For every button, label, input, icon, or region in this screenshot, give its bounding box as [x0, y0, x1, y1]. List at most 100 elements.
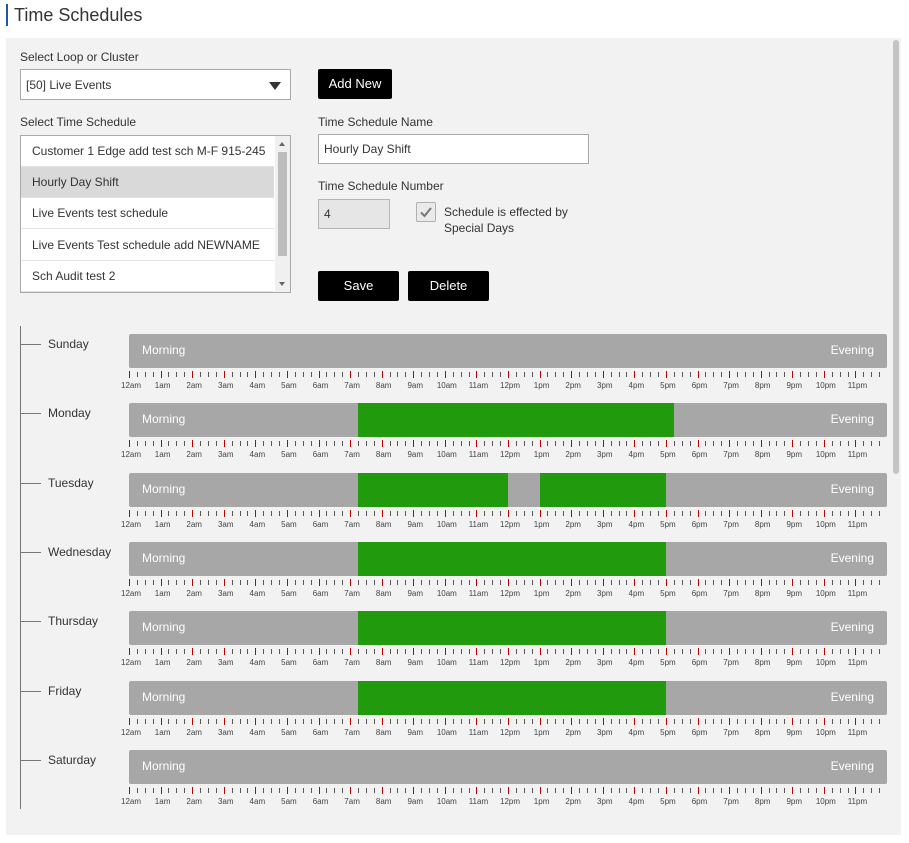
hour-label: 4am — [249, 727, 266, 737]
hour-label: 2pm — [565, 727, 581, 737]
quarter-tick — [144, 579, 146, 585]
schedule-listbox[interactable]: Customer 1 Edge add test sch M-F 915-245… — [20, 135, 291, 293]
quarter-tick — [373, 787, 375, 793]
quarter-tick — [231, 441, 233, 447]
day-schedule-bar[interactable]: Morning Evening — [129, 403, 887, 438]
day-schedule-bar[interactable]: Morning Evening — [129, 472, 887, 507]
quarter-tick — [736, 510, 738, 516]
hour-tick — [792, 717, 794, 725]
hour-label: 7am — [344, 727, 360, 737]
quarter-tick — [744, 579, 746, 585]
hour-tick — [823, 648, 825, 656]
schedule-name-label: Time Schedule Name — [318, 115, 433, 129]
quarter-tick — [310, 510, 312, 516]
hour-ticks — [129, 578, 889, 587]
quarter-tick — [484, 441, 486, 447]
hour-label: 4am — [249, 519, 266, 529]
scroll-down-icon[interactable] — [279, 282, 285, 286]
hour-tick — [729, 440, 731, 448]
morning-label: Morning — [142, 550, 186, 565]
schedule-list-item[interactable]: Sch Audit test 2 — [21, 261, 274, 292]
quarter-tick — [736, 787, 738, 793]
active-time-block[interactable] — [357, 541, 666, 576]
active-time-block[interactable] — [357, 680, 666, 715]
quarter-tick — [460, 579, 462, 585]
active-time-block[interactable] — [357, 611, 666, 646]
day-schedule-bar[interactable]: Morning Evening — [129, 680, 887, 715]
day-name: Friday — [48, 683, 82, 698]
hour-label: 8am — [375, 658, 392, 668]
quarter-tick — [342, 718, 344, 724]
quarter-tick — [594, 718, 596, 724]
quarter-tick — [515, 579, 517, 585]
quarter-tick — [436, 441, 438, 447]
day-schedule-bar[interactable]: Morning Evening — [129, 541, 887, 576]
quarter-tick — [871, 372, 873, 377]
active-time-block[interactable] — [357, 403, 674, 438]
quarter-tick — [618, 510, 620, 516]
quarter-tick — [768, 510, 770, 516]
day-schedule-bar[interactable]: Morning Evening — [129, 749, 887, 784]
quarter-tick — [436, 510, 438, 516]
day-schedule-bar[interactable]: Morning Evening — [129, 334, 887, 368]
page-scroll-thumb[interactable] — [893, 40, 899, 474]
schedule-list-item[interactable]: Live Events test schedule — [21, 198, 274, 230]
special-days-checkbox[interactable] — [416, 202, 436, 222]
hour-tick — [129, 786, 130, 794]
hour-label: 10am — [436, 381, 457, 390]
hour-label: 1pm — [533, 796, 550, 806]
loop-select-value: [50] Live Events — [26, 78, 112, 92]
hour-tick — [792, 509, 794, 517]
quarter-tick — [776, 787, 778, 793]
active-time-block[interactable] — [539, 472, 666, 507]
hour-label: 5am — [281, 588, 297, 598]
hour-tick — [318, 440, 320, 448]
hour-tick — [602, 717, 604, 725]
listbox-scroll-thumb[interactable] — [278, 152, 287, 256]
hour-label: 12am — [120, 519, 142, 529]
quarter-tick — [515, 510, 517, 516]
quarter-tick — [776, 579, 778, 585]
save-button[interactable]: Save — [318, 271, 399, 301]
quarter-tick — [492, 441, 494, 447]
quarter-tick — [468, 372, 470, 377]
page-scrollbar[interactable] — [891, 38, 901, 835]
quarter-tick — [744, 649, 746, 655]
quarter-tick — [460, 787, 462, 793]
hour-label: 11am — [468, 658, 489, 668]
hour-ticks — [129, 440, 889, 448]
schedule-name-input[interactable] — [318, 134, 589, 164]
add-new-button[interactable]: Add New — [318, 69, 392, 99]
schedule-list-item[interactable]: Customer 1 Edge add test sch M-F 915-245 — [21, 136, 274, 167]
quarter-tick — [808, 649, 810, 655]
hour-label: 7pm — [723, 450, 739, 460]
day-schedule-bar[interactable]: Morning Evening — [129, 611, 887, 646]
quarter-tick — [650, 649, 652, 655]
quarter-tick — [831, 787, 833, 793]
quarter-tick — [176, 510, 178, 516]
loop-select[interactable]: [50] Live Events — [20, 69, 291, 100]
delete-button[interactable]: Delete — [408, 271, 489, 301]
quarter-tick — [705, 718, 707, 724]
active-time-block[interactable] — [357, 472, 508, 507]
scroll-up-icon[interactable] — [279, 142, 285, 146]
hour-tick — [634, 509, 636, 517]
hour-tick — [413, 371, 415, 378]
timeline-connector — [21, 413, 41, 415]
hour-tick — [255, 371, 257, 378]
listbox-scrollbar[interactable] — [275, 136, 290, 292]
quarter-tick — [689, 510, 691, 516]
quarter-tick — [784, 441, 786, 447]
chevron-down-icon[interactable] — [269, 82, 281, 90]
schedule-list-item[interactable]: Hourly Day Shift — [21, 167, 274, 199]
quarter-tick — [776, 372, 778, 377]
hour-label: 12am — [120, 381, 142, 390]
schedule-list-item[interactable]: Live Events Test schedule add NEWNAME — [21, 230, 274, 261]
timeline-connector — [21, 690, 41, 692]
quarter-tick — [547, 510, 549, 516]
quarter-tick — [752, 579, 754, 585]
hour-tick — [413, 648, 415, 656]
quarter-tick — [736, 441, 738, 447]
hour-tick — [350, 509, 352, 517]
quarter-tick — [721, 441, 723, 447]
